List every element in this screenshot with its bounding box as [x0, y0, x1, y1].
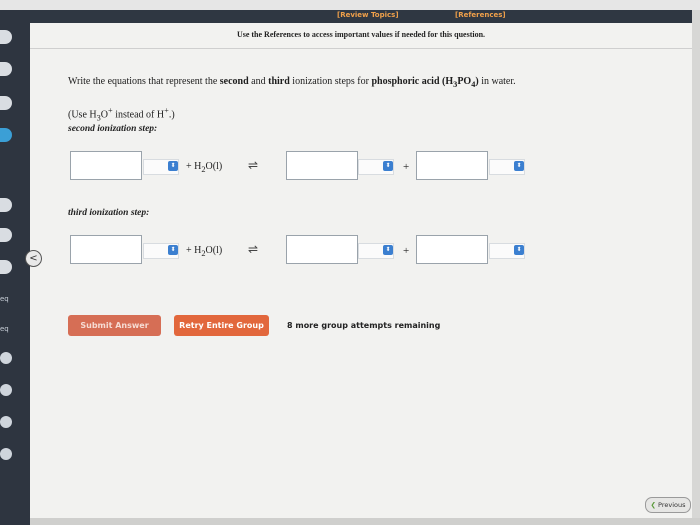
- second-step-label: second ionization step:: [68, 124, 158, 134]
- collapse-nav-button[interactable]: <: [25, 250, 42, 267]
- select-arrow-icon: ⬍: [383, 245, 393, 255]
- nav-tag[interactable]: eq: [0, 295, 9, 303]
- reactant-input[interactable]: [70, 151, 142, 180]
- product-input-2[interactable]: [416, 235, 488, 264]
- nav-item[interactable]: [0, 448, 12, 460]
- water-term: + H2O(l): [186, 161, 223, 174]
- product-input-1[interactable]: [286, 151, 358, 180]
- nav-item[interactable]: [0, 198, 12, 212]
- select-arrow-icon: ⬍: [168, 161, 178, 171]
- bottom-edge: [30, 518, 700, 525]
- reactant-input[interactable]: [70, 235, 142, 264]
- nav-item[interactable]: [0, 228, 12, 242]
- nav-item[interactable]: [0, 62, 12, 76]
- references-note: Use the References to access important v…: [236, 30, 486, 39]
- plus-sign: +: [403, 245, 410, 257]
- references-bar: [Review Topics] [References]: [30, 10, 692, 23]
- submit-answer-button[interactable]: Submit Answer: [68, 315, 161, 336]
- references-link[interactable]: [References]: [455, 11, 506, 19]
- phase-select[interactable]: ⬍: [489, 243, 525, 259]
- instruction-note: (Use H3O+ instead of H+.): [68, 106, 175, 123]
- product-input-2[interactable]: [416, 151, 488, 180]
- question-panel: [Review Topics] [References] Use the Ref…: [30, 10, 692, 520]
- attempts-remaining: 8 more group attempts remaining: [287, 321, 441, 330]
- browser-top-strip: [0, 0, 700, 10]
- previous-label: Previous: [658, 501, 686, 509]
- chevron-left-icon: ❮: [650, 501, 656, 509]
- nav-tag[interactable]: eq: [0, 325, 9, 333]
- nav-item[interactable]: [0, 384, 12, 396]
- nav-item[interactable]: [0, 260, 12, 274]
- phase-select[interactable]: ⬍: [489, 159, 525, 175]
- phase-select[interactable]: ⬍: [358, 243, 394, 259]
- nav-item[interactable]: [0, 352, 12, 364]
- plus-sign: +: [403, 161, 410, 173]
- select-arrow-icon: ⬍: [514, 161, 524, 171]
- question-nav-rail: eq eq: [0, 10, 30, 525]
- right-edge: [692, 10, 700, 520]
- water-term: + H2O(l): [186, 245, 223, 258]
- product-input-1[interactable]: [286, 235, 358, 264]
- phase-select[interactable]: ⬍: [358, 159, 394, 175]
- select-arrow-icon: ⬍: [514, 245, 524, 255]
- select-arrow-icon: ⬍: [168, 245, 178, 255]
- third-step-label: third ionization step:: [68, 208, 150, 218]
- nav-item[interactable]: [0, 416, 12, 428]
- nav-item-current[interactable]: [0, 128, 12, 142]
- previous-button[interactable]: ❮ Previous: [645, 497, 691, 513]
- select-arrow-icon: ⬍: [383, 161, 393, 171]
- question-text: Write the equations that represent the s…: [68, 76, 516, 89]
- review-topics-link[interactable]: [Review Topics]: [337, 11, 399, 19]
- phase-select[interactable]: ⬍: [143, 243, 179, 259]
- phase-select[interactable]: ⬍: [143, 159, 179, 175]
- nav-item[interactable]: [0, 96, 12, 110]
- equilibrium-arrow-icon: ⇌: [248, 242, 259, 256]
- equilibrium-arrow-icon: ⇌: [248, 158, 259, 172]
- retry-group-button[interactable]: Retry Entire Group: [174, 315, 269, 336]
- nav-item[interactable]: [0, 30, 12, 44]
- divider: [30, 48, 692, 49]
